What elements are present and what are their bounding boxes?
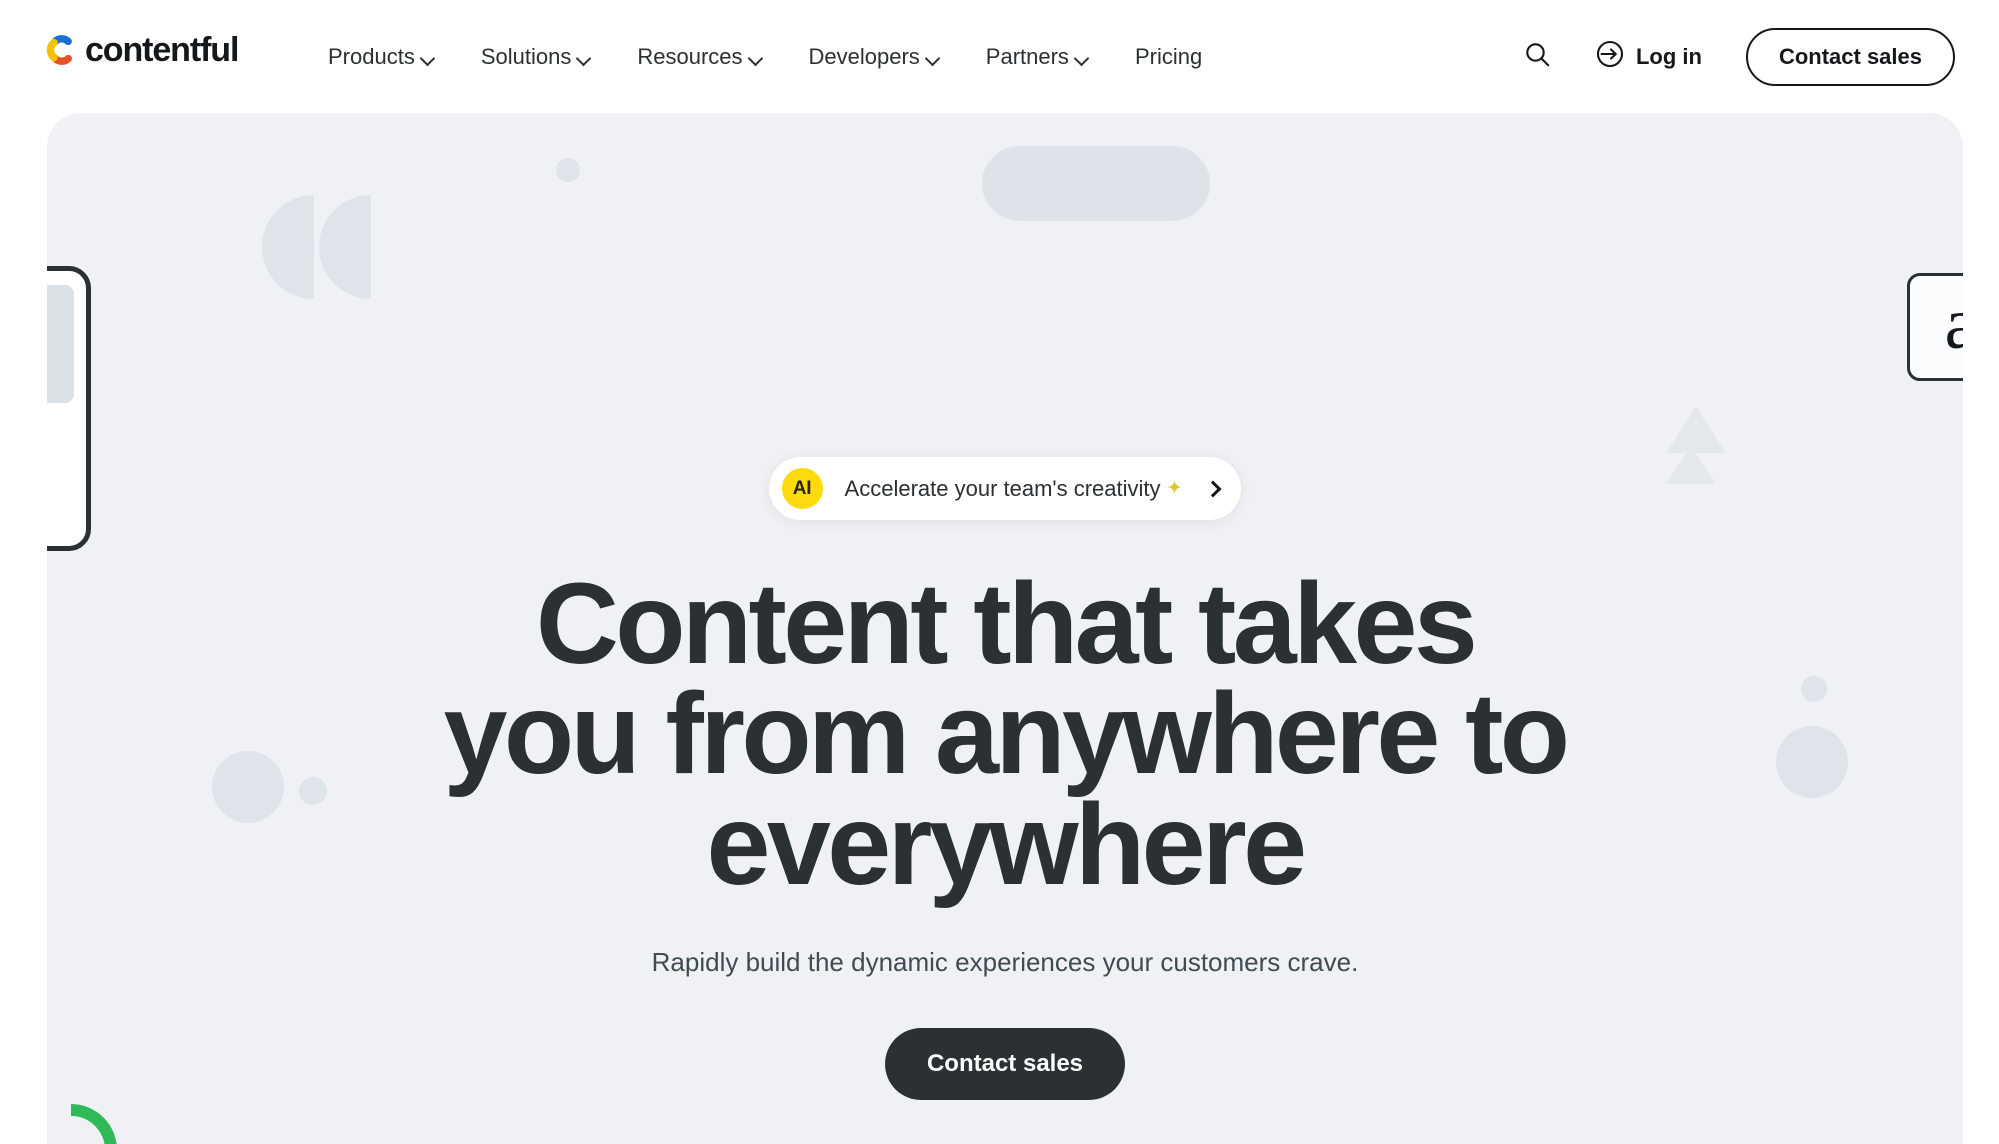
- hero-subtitle: Rapidly build the dynamic experiences yo…: [651, 947, 1359, 978]
- chevron-down-icon: [422, 54, 435, 62]
- chevron-down-icon: [927, 54, 940, 62]
- header-actions: Log in Contact sales: [1516, 0, 1955, 113]
- site-header: contentful Products Solutions Resources …: [0, 0, 1999, 113]
- nav-item-pricing[interactable]: Pricing: [1112, 44, 1225, 70]
- contact-sales-button-hero[interactable]: Contact sales: [884, 1028, 1126, 1101]
- nav-label: Partners: [985, 43, 1069, 69]
- sparkle-icon: ✦: [1166, 478, 1183, 499]
- contentful-logo-icon: [44, 33, 78, 67]
- chevron-down-icon: [1076, 54, 1089, 62]
- nav-label: Products: [328, 43, 415, 69]
- logo-wordmark: contentful: [85, 31, 239, 69]
- hero-title: Content that takes you from anywhere to …: [443, 560, 1571, 909]
- ai-announcement-pill[interactable]: AI Accelerate your team's creativity ✦: [768, 457, 1242, 520]
- hero-content: AI Accelerate your team's creativity ✦ C…: [47, 113, 1963, 1101]
- nav-label: Developers: [808, 43, 920, 69]
- contentful-logo[interactable]: contentful: [44, 31, 239, 69]
- nav-label: Resources: [637, 43, 743, 69]
- login-arrow-icon: [1596, 40, 1624, 74]
- nav-item-partners[interactable]: Partners: [963, 44, 1112, 70]
- nav-label: Pricing: [1134, 43, 1203, 69]
- green-arc-shape: [71, 1104, 117, 1144]
- hero-section: a AI Accelerate your team's creativity ✦…: [47, 113, 1963, 1144]
- nav-item-developers[interactable]: Developers: [786, 44, 963, 70]
- contact-sales-button-header[interactable]: Contact sales: [1745, 27, 1955, 86]
- search-icon: [1524, 41, 1551, 73]
- search-button[interactable]: [1516, 35, 1560, 79]
- ai-badge: AI: [781, 468, 823, 509]
- nav-item-resources[interactable]: Resources: [614, 44, 785, 70]
- login-button[interactable]: Log in: [1596, 40, 1702, 74]
- chevron-down-icon: [578, 54, 591, 62]
- nav-label: Solutions: [480, 43, 572, 69]
- chevron-right-icon: [1204, 480, 1222, 497]
- ai-pill-text: Accelerate your team's creativity: [844, 475, 1161, 501]
- login-label: Log in: [1635, 43, 1702, 69]
- main-nav: Products Solutions Resources Developers …: [305, 0, 1225, 113]
- nav-item-products[interactable]: Products: [305, 44, 458, 70]
- chevron-down-icon: [750, 54, 763, 62]
- nav-item-solutions[interactable]: Solutions: [458, 44, 615, 70]
